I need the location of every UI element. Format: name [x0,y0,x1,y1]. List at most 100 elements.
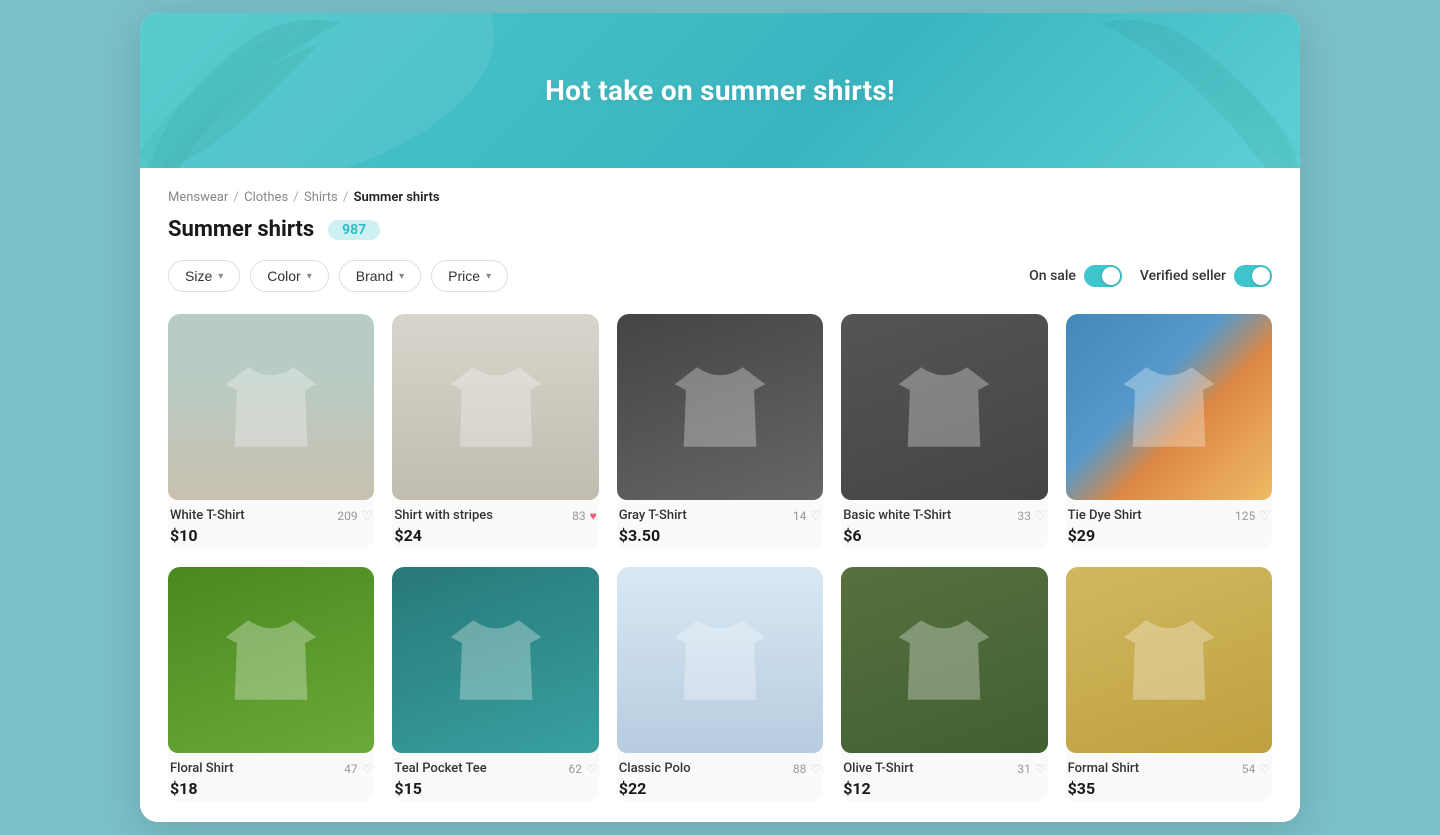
product-card-7[interactable]: Teal Pocket Tee 62 ♡ $15 [392,567,598,802]
breadcrumb-clothes[interactable]: Clothes [244,190,288,205]
heart-icon-8[interactable]: ♡ [810,762,821,776]
likes-count-2: 83 [572,509,586,523]
palm-left-decoration [140,13,400,168]
product-info-6: Floral Shirt 47 ♡ $18 [168,753,374,802]
product-image-10 [1066,567,1272,753]
product-info-7: Teal Pocket Tee 62 ♡ $15 [392,753,598,802]
product-info-1: White T-Shirt 209 ♡ $10 [168,500,374,549]
product-meta-3: Gray T-Shirt 14 ♡ [619,508,821,523]
product-name-10: Formal Shirt [1068,761,1140,776]
product-card-4[interactable]: Basic white T-Shirt 33 ♡ $6 [841,314,1047,549]
breadcrumb-sep-3: / [343,190,352,205]
product-meta-1: White T-Shirt 209 ♡ [170,508,372,523]
filter-color-button[interactable]: Color ▾ [250,260,329,292]
product-image-4 [841,314,1047,500]
hero-title: Hot take on summer shirts! [545,74,895,107]
product-count-badge: 987 [328,220,380,240]
product-price-1: $10 [170,526,372,545]
product-info-5: Tie Dye Shirt 125 ♡ $29 [1066,500,1272,549]
heart-icon-5[interactable]: ♡ [1259,509,1270,523]
heart-icon-6[interactable]: ♡ [362,762,373,776]
heart-icon-9[interactable]: ♡ [1035,762,1046,776]
filter-color-label: Color [267,268,300,284]
product-price-7: $15 [394,779,596,798]
products-grid: White T-Shirt 209 ♡ $10 Shirt with strip… [168,314,1272,802]
on-sale-toggle[interactable] [1084,265,1122,287]
likes-count-5: 125 [1235,509,1255,523]
heart-icon-1[interactable]: ♡ [362,509,373,523]
product-card-3[interactable]: Gray T-Shirt 14 ♡ $3.50 [617,314,823,549]
filter-size-label: Size [185,268,212,284]
product-image-5 [1066,314,1272,500]
chevron-down-icon: ▾ [307,271,312,282]
product-card-9[interactable]: Olive T-Shirt 31 ♡ $12 [841,567,1047,802]
product-info-9: Olive T-Shirt 31 ♡ $12 [841,753,1047,802]
product-price-2: $24 [394,526,596,545]
product-likes-8: 88 ♡ [793,762,821,776]
likes-count-3: 14 [793,509,807,523]
product-name-6: Floral Shirt [170,761,233,776]
page-header: Summer shirts 987 [168,217,1272,242]
product-price-10: $35 [1068,779,1270,798]
product-price-4: $6 [843,526,1045,545]
chevron-down-icon: ▾ [486,271,491,282]
product-image-3 [617,314,823,500]
product-name-2: Shirt with stripes [394,508,493,523]
product-info-10: Formal Shirt 54 ♡ $35 [1066,753,1272,802]
product-card-10[interactable]: Formal Shirt 54 ♡ $35 [1066,567,1272,802]
product-price-8: $22 [619,779,821,798]
main-card: Hot take on summer shirts! Menswear / Cl… [140,13,1300,822]
product-card-5[interactable]: Tie Dye Shirt 125 ♡ $29 [1066,314,1272,549]
product-name-3: Gray T-Shirt [619,508,687,523]
product-likes-9: 31 ♡ [1017,762,1045,776]
product-meta-6: Floral Shirt 47 ♡ [170,761,372,776]
product-image-1 [168,314,374,500]
chevron-down-icon: ▾ [218,271,223,282]
product-name-1: White T-Shirt [170,508,245,523]
product-likes-2: 83 ♥ [572,509,597,523]
product-card-1[interactable]: White T-Shirt 209 ♡ $10 [168,314,374,549]
heart-icon-2[interactable]: ♥ [590,509,597,523]
verified-seller-toggle[interactable] [1234,265,1272,287]
content-area: Menswear / Clothes / Shirts / Summer shi… [140,168,1300,822]
likes-count-1: 209 [337,509,357,523]
filter-price-label: Price [448,268,480,284]
heart-icon-7[interactable]: ♡ [586,762,597,776]
product-price-5: $29 [1068,526,1270,545]
product-name-9: Olive T-Shirt [843,761,913,776]
product-info-2: Shirt with stripes 83 ♥ $24 [392,500,598,549]
heart-icon-10[interactable]: ♡ [1259,762,1270,776]
on-sale-toggle-knob [1102,267,1120,285]
likes-count-9: 31 [1017,762,1031,776]
product-name-4: Basic white T-Shirt [843,508,951,523]
product-card-8[interactable]: Classic Polo 88 ♡ $22 [617,567,823,802]
product-likes-1: 209 ♡ [337,509,372,523]
page-title: Summer shirts [168,217,314,242]
product-card-6[interactable]: Floral Shirt 47 ♡ $18 [168,567,374,802]
breadcrumb: Menswear / Clothes / Shirts / Summer shi… [168,190,1272,205]
product-meta-9: Olive T-Shirt 31 ♡ [843,761,1045,776]
likes-count-4: 33 [1017,509,1031,523]
product-price-6: $18 [170,779,372,798]
product-name-8: Classic Polo [619,761,691,776]
heart-icon-4[interactable]: ♡ [1035,509,1046,523]
chevron-down-icon: ▾ [399,271,404,282]
filter-size-button[interactable]: Size ▾ [168,260,240,292]
breadcrumb-menswear[interactable]: Menswear [168,190,228,205]
product-likes-10: 54 ♡ [1242,762,1270,776]
verified-seller-label: Verified seller [1140,268,1226,284]
product-meta-7: Teal Pocket Tee 62 ♡ [394,761,596,776]
product-image-6 [168,567,374,753]
product-image-7 [392,567,598,753]
product-meta-10: Formal Shirt 54 ♡ [1068,761,1270,776]
filter-brand-label: Brand [356,268,393,284]
filter-brand-button[interactable]: Brand ▾ [339,260,421,292]
product-card-2[interactable]: Shirt with stripes 83 ♥ $24 [392,314,598,549]
toggle-group: On sale Verified seller [1029,265,1272,287]
breadcrumb-shirts[interactable]: Shirts [304,190,338,205]
verified-seller-toggle-wrapper: Verified seller [1140,265,1272,287]
filter-price-button[interactable]: Price ▾ [431,260,508,292]
product-meta-4: Basic white T-Shirt 33 ♡ [843,508,1045,523]
heart-icon-3[interactable]: ♡ [810,509,821,523]
product-likes-4: 33 ♡ [1017,509,1045,523]
